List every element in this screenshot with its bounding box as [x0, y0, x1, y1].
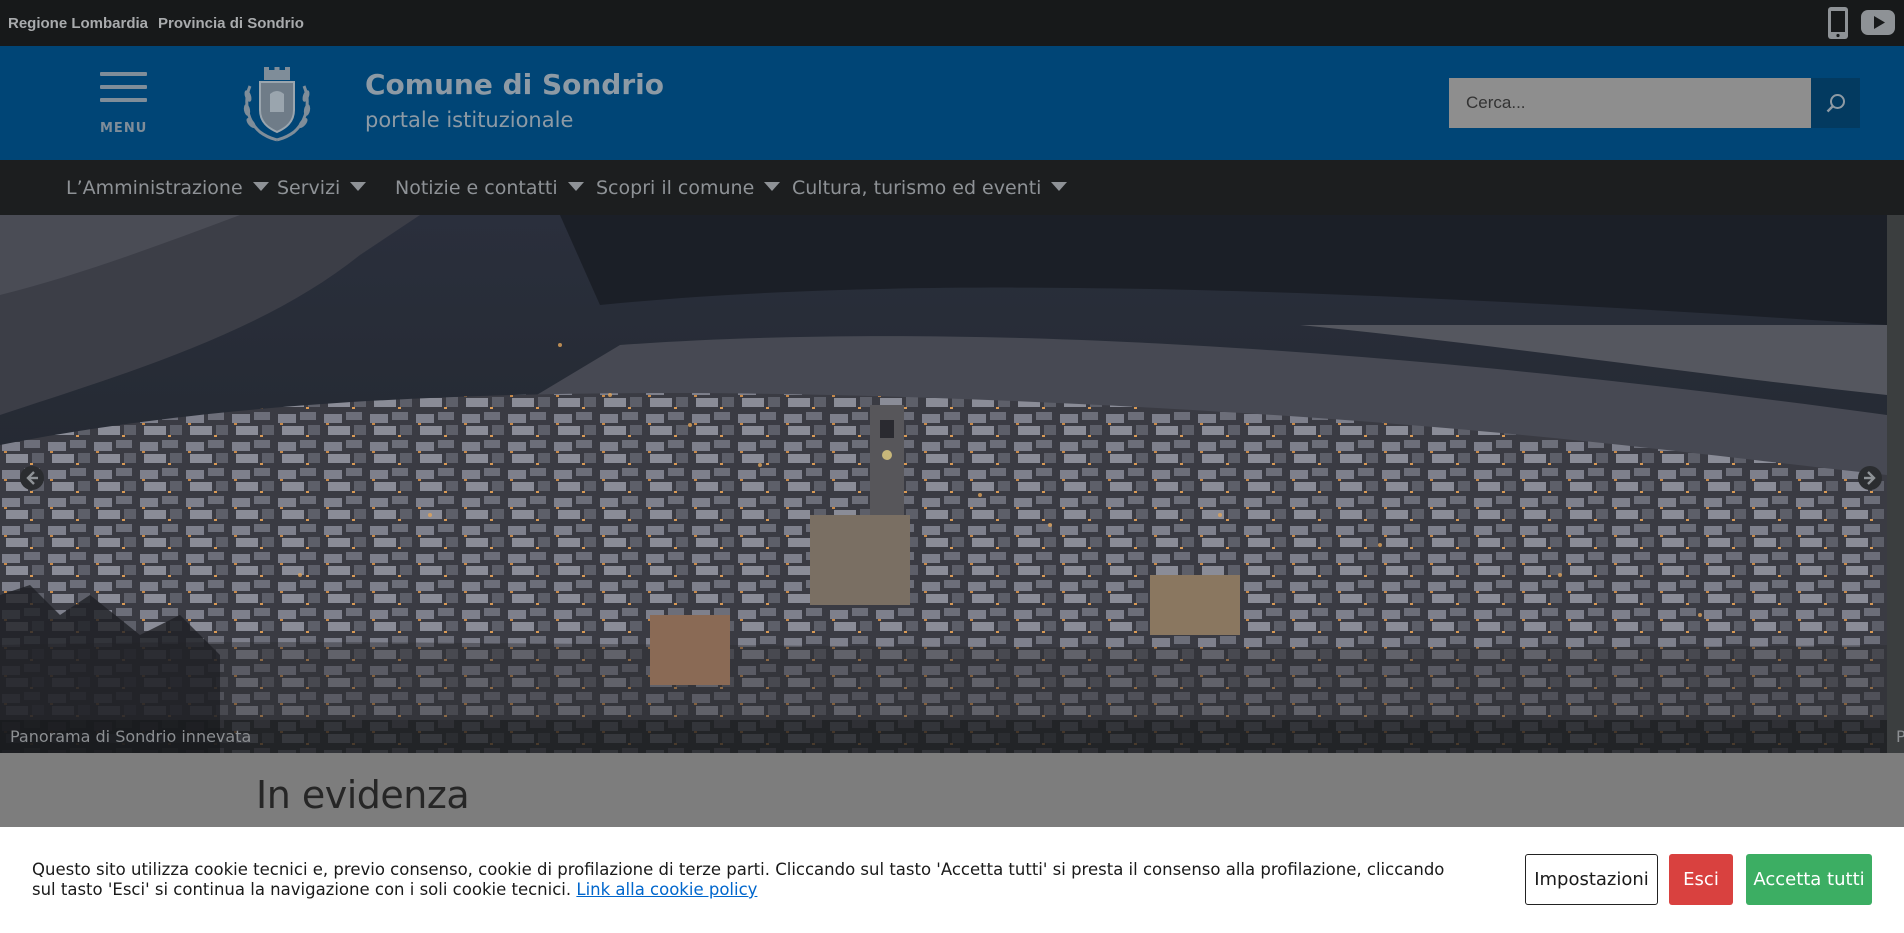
nav-item-amministrazione[interactable]: L’Amministrazione: [66, 177, 269, 199]
arrow-left-icon: [26, 471, 38, 485]
section-title: In evidenza: [256, 773, 470, 817]
next-slide-caption: P: [1896, 727, 1904, 746]
slider-next-button[interactable]: [1858, 466, 1882, 490]
site-subtitle: portale istituzionale: [365, 108, 574, 132]
link-provincia-di-sondrio[interactable]: Provincia di Sondrio: [158, 15, 304, 32]
nav-item-cultura[interactable]: Cultura, turismo ed eventi: [792, 177, 1068, 199]
main-navigation: L’Amministrazione Servizi Notizie e cont…: [0, 160, 1904, 215]
youtube-icon[interactable]: [1860, 6, 1896, 44]
hero-slide-image: [0, 215, 1887, 753]
cookie-settings-button[interactable]: Impostazioni: [1525, 854, 1658, 905]
search-button[interactable]: [1811, 78, 1860, 128]
site-title[interactable]: Comune di Sondrio: [365, 68, 664, 101]
slide-caption: Panorama di Sondrio innevata: [10, 727, 252, 746]
slide-caption-bar: Panorama di Sondrio innevata: [0, 720, 1887, 753]
nav-item-scopri[interactable]: Scopri il comune: [596, 177, 781, 199]
slider-prev-button[interactable]: [20, 466, 44, 490]
cookie-banner: Questo sito utilizza cookie tecnici e, p…: [0, 827, 1904, 933]
menu-button[interactable]: MENU: [100, 72, 148, 136]
top-utility-bar: Regione Lombardia Provincia di Sondrio: [0, 0, 1904, 46]
cookie-message: Questo sito utilizza cookie tecnici e, p…: [32, 860, 1452, 900]
city-crest-logo[interactable]: [240, 66, 314, 142]
mobile-icon[interactable]: [1826, 6, 1850, 44]
next-slide-peek: [1887, 215, 1904, 753]
caret-down-icon: [252, 182, 269, 191]
caret-down-icon: [350, 182, 367, 191]
menu-label: MENU: [100, 121, 148, 136]
cookie-accept-all-button[interactable]: Accetta tutti: [1746, 854, 1872, 905]
cookie-exit-button[interactable]: Esci: [1669, 854, 1733, 905]
arrow-right-icon: [1864, 471, 1876, 485]
search-icon: [1826, 94, 1845, 113]
cookie-policy-link[interactable]: Link alla cookie policy: [576, 880, 757, 899]
site-header: MENU Comune di Sondrio portale istituzio…: [0, 46, 1904, 160]
nav-item-servizi[interactable]: Servizi: [277, 177, 367, 199]
hamburger-icon: [100, 72, 147, 76]
nav-item-notizie[interactable]: Notizie e contatti: [395, 177, 584, 199]
link-regione-lombardia[interactable]: Regione Lombardia: [8, 15, 148, 32]
social-links: [1826, 6, 1896, 44]
caret-down-icon: [567, 182, 584, 191]
caret-down-icon: [764, 182, 781, 191]
caret-down-icon: [1051, 182, 1068, 191]
search-input[interactable]: [1449, 78, 1811, 128]
